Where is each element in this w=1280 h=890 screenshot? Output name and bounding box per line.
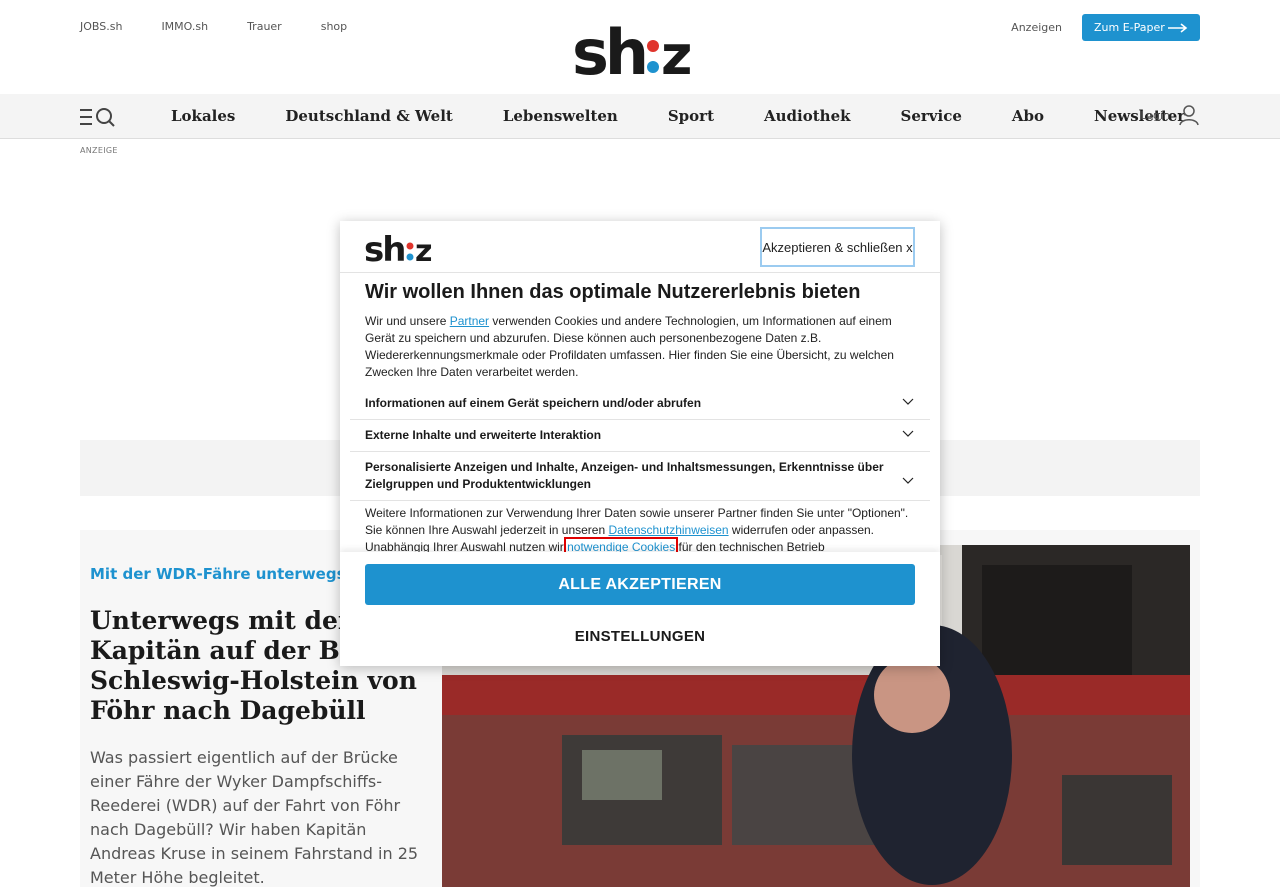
- top-link-immo[interactable]: IMMO.sh: [161, 20, 208, 33]
- nav-item-sport[interactable]: Sport: [668, 107, 714, 125]
- ad-label: ANZEIGE: [80, 146, 118, 155]
- svg-text:z: z: [661, 24, 692, 78]
- epaper-label: Zum E-Paper: [1094, 21, 1165, 34]
- purpose-storage-label: Informationen auf einem Gerät speichern …: [365, 396, 702, 410]
- cookie-consent-dialog: sh z Akzeptieren & schließen x Wir wolle…: [340, 221, 940, 666]
- site-logo[interactable]: sh z: [572, 16, 698, 78]
- consent-more-info: Weitere Informationen zur Verwendung Ihr…: [365, 505, 920, 557]
- user-icon: [1179, 105, 1199, 126]
- chevron-down-icon: [902, 398, 914, 405]
- article-teaser: Was passiert eigentlich auf der Brücke e…: [90, 748, 419, 887]
- chevron-down-icon: [902, 430, 914, 437]
- purpose-personalized-ads[interactable]: Personalisierte Anzeigen und Inhalte, An…: [350, 452, 930, 501]
- login-button[interactable]: Login: [1140, 104, 1200, 126]
- nav-item-service[interactable]: Service: [901, 107, 962, 125]
- arrow-right-icon: [1168, 22, 1188, 33]
- nav-item-audiothek[interactable]: Audiothek: [764, 107, 851, 125]
- nav-items: Lokales Deutschland & Welt Lebenswelten …: [171, 94, 1235, 138]
- accept-close-button[interactable]: Akzeptieren & schließen x: [760, 227, 915, 267]
- top-link-trauer[interactable]: Trauer: [247, 20, 282, 33]
- consent-header: sh z Akzeptieren & schließen x: [340, 221, 940, 273]
- svg-text:sh: sh: [364, 230, 404, 264]
- chevron-down-icon: [902, 477, 914, 484]
- purpose-external-content[interactable]: Externe Inhalte und erweiterte Interakti…: [350, 420, 930, 452]
- article-kicker[interactable]: Mit der WDR-Fähre unterwegs: [90, 565, 346, 583]
- svg-text:sh: sh: [572, 16, 645, 78]
- anzeigen-link[interactable]: Anzeigen: [1011, 21, 1062, 34]
- accept-all-button[interactable]: ALLE AKZEPTIEREN: [365, 564, 915, 605]
- purpose-storage[interactable]: Informationen auf einem Gerät speichern …: [350, 388, 930, 420]
- epaper-button[interactable]: Zum E-Paper: [1082, 14, 1200, 41]
- main-nav: Lokales Deutschland & Welt Lebenswelten …: [0, 94, 1280, 139]
- nav-item-abo[interactable]: Abo: [1012, 107, 1044, 125]
- settings-button[interactable]: EINSTELLUNGEN: [365, 624, 915, 648]
- consent-logo: sh z: [364, 230, 432, 264]
- consent-title: Wir wollen Ihnen das optimale Nutzererle…: [365, 281, 861, 303]
- top-link-shop[interactable]: shop: [321, 20, 347, 33]
- top-links: JOBS.sh IMMO.sh Trauer shop: [80, 20, 386, 33]
- nav-item-lebenswelten[interactable]: Lebenswelten: [503, 107, 618, 125]
- nav-item-deutschland-welt[interactable]: Deutschland & Welt: [285, 107, 452, 125]
- header-actions: Anzeigen Zum E-Paper: [1011, 14, 1200, 41]
- svg-text:z: z: [415, 234, 432, 264]
- top-link-jobs[interactable]: JOBS.sh: [80, 20, 122, 33]
- nav-item-lokales[interactable]: Lokales: [171, 107, 235, 125]
- purpose-personalized-label: Personalisierte Anzeigen und Inhalte, An…: [365, 460, 884, 491]
- partner-link[interactable]: Partner: [450, 314, 489, 328]
- menu-search-icon[interactable]: [80, 107, 116, 127]
- purpose-external-label: Externe Inhalte und erweiterte Interakti…: [365, 428, 602, 442]
- consent-footer: ALLE AKZEPTIEREN EINSTELLUNGEN: [340, 552, 940, 666]
- top-header: JOBS.sh IMMO.sh Trauer shop sh z Anzeige…: [0, 0, 1280, 94]
- privacy-link[interactable]: Datenschutzhinweisen: [609, 523, 729, 537]
- login-label: Login: [1140, 108, 1170, 122]
- consent-intro: Wir und unsere Partner verwenden Cookies…: [365, 313, 920, 381]
- consent-intro-before: Wir und unsere: [365, 314, 450, 328]
